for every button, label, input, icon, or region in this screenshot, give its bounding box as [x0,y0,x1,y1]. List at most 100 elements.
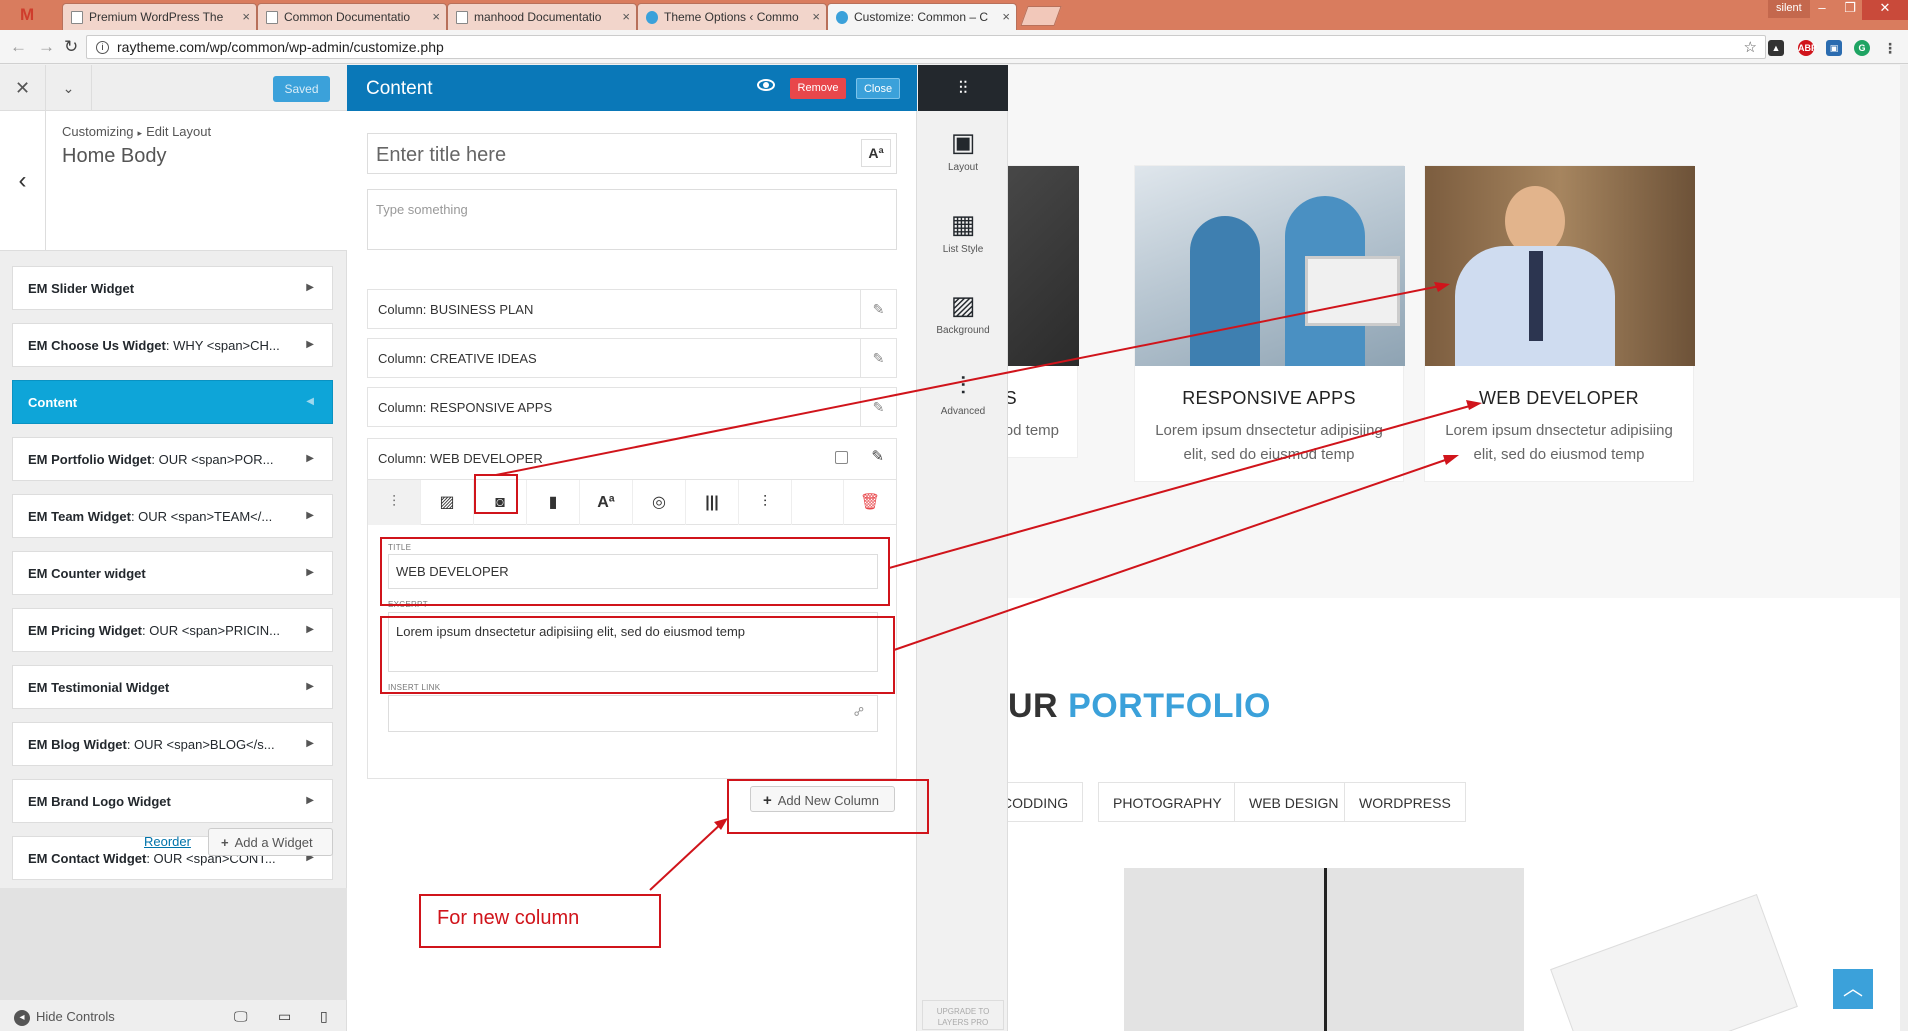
menu-icon[interactable]: ⋮ [1882,40,1898,56]
extension-icon[interactable]: ▲ [1768,40,1784,56]
reload-icon[interactable]: ↻ [64,37,78,57]
expand-arrow-icon[interactable]: ▶ [306,738,314,749]
widget-item[interactable]: EM Counter widget ▶ [12,551,333,595]
column-excerpt-textarea[interactable]: Lorem ipsum dnsectetur adipisiing elit, … [388,612,878,672]
column-title-input[interactable]: WEB DEVELOPER [388,554,878,589]
filter-button[interactable]: PHOTOGRAPHY [1098,782,1237,822]
bookmark-star-icon[interactable]: ☆ [1744,38,1757,56]
settings-sliders-icon[interactable]: ⫶⫶ [918,65,1008,111]
url-input[interactable]: i raytheme.com/wp/common/wp-admin/custom… [86,35,1766,59]
tablet-preview-icon[interactable]: ▭ [278,1008,291,1025]
saved-button[interactable]: Saved [273,76,330,102]
browser-tab[interactable]: Common Documentatio × [257,3,447,30]
expand-arrow-icon[interactable]: ▶ [306,453,314,464]
browser-tab[interactable]: manhood Documentatio × [447,3,637,30]
hide-controls-button[interactable]: ◂ Hide Controls [14,1009,115,1026]
layout-settings-icon[interactable]: ⫶ [368,480,421,525]
font-icon[interactable]: Aª [580,480,633,525]
add-widget-button[interactable]: + Add a Widget [208,828,333,856]
info-icon[interactable]: i [96,41,109,54]
close-tab-icon[interactable]: × [1002,9,1010,24]
widget-item[interactable]: EM Brand Logo Widget ▶ [12,779,333,823]
reorder-link[interactable]: Reorder [144,834,191,849]
duplicate-icon[interactable] [835,451,848,464]
page-title: Home Body [62,145,167,167]
filter-button[interactable]: CODDING [1008,782,1084,822]
sidebar-empty-area [0,888,347,1000]
close-tab-icon[interactable]: × [242,9,250,24]
widget-item[interactable]: EM Slider Widget ▶ [12,266,333,310]
window-close-icon[interactable]: ✕ [1862,0,1908,20]
browser-tab-active[interactable]: Customize: Common – C × [827,3,1017,30]
rail-item-layout[interactable]: ▣ Layout [918,126,1008,173]
browser-tab[interactable]: Premium WordPress The × [62,3,257,30]
advanced-settings-icon[interactable]: ⫶ [739,480,792,525]
eye-icon[interactable] [757,79,775,91]
maximize-icon[interactable]: ❐ [1836,0,1864,20]
expand-arrow-icon[interactable]: ▶ [306,795,314,806]
grammarly-icon[interactable]: G [1854,40,1870,56]
browser-tab[interactable]: Theme Options ‹ Commo × [637,3,827,30]
widget-item[interactable]: EM Blog Widget: OUR <span>BLOG</s... ▶ [12,722,333,766]
rail-item-advanced[interactable]: ⫶ Advanced [918,370,1008,417]
column-link-input[interactable]: ⚯ [388,695,878,732]
close-tab-icon[interactable]: × [432,9,440,24]
back-to-top-icon[interactable]: ︿ [1833,969,1873,1009]
search-icon[interactable]: ◎ [633,480,686,525]
widget-item-active[interactable]: Content ◀ [12,380,333,424]
extension-icon[interactable]: ▣ [1826,40,1842,56]
upgrade-pro-button[interactable]: UPGRADE TO LAYERS PRO [922,1000,1004,1030]
columns-icon[interactable]: ||| [686,480,739,525]
profile-badge[interactable]: silent [1768,0,1810,18]
brush-icon[interactable]: ▮ [527,480,580,525]
adblock-icon[interactable]: ABP [1798,40,1817,56]
close-icon[interactable]: ✕ [0,65,46,111]
image-icon[interactable]: ▨ [421,480,474,525]
card-photo [1135,166,1405,366]
gmail-icon[interactable]: M [20,5,34,25]
back-chevron-icon[interactable]: ‹ [0,111,46,251]
desktop-preview-icon[interactable]: 🖵 [234,1008,248,1025]
remove-button[interactable]: Remove [790,78,846,99]
collapse-arrow-icon[interactable]: ◀ [306,396,314,407]
forward-icon[interactable]: → [38,37,55,57]
edit-pencil-icon[interactable]: ✎ [860,388,896,426]
scrollbar[interactable] [1900,65,1908,1031]
widget-item[interactable]: EM Team Widget: OUR <span>TEAM</... ▶ [12,494,333,538]
column-row[interactable]: Column: RESPONSIVE APPS ✎ [367,387,897,427]
widget-item[interactable]: EM Choose Us Widget: WHY <span>CH... ▶ [12,323,333,367]
widget-title-input[interactable]: Enter title here Aª [367,133,897,174]
new-tab-button[interactable] [1020,6,1062,26]
widget-body-textarea[interactable]: Type something [367,189,897,250]
camera-icon[interactable]: ◙ [474,480,527,525]
minimize-icon[interactable]: – [1808,0,1836,20]
column-row[interactable]: Column: BUSINESS PLAN ✎ [367,289,897,329]
back-icon[interactable]: ← [10,37,27,57]
rail-item-background[interactable]: ▨ Background [918,289,1008,336]
widget-item[interactable]: EM Testimonial Widget ▶ [12,665,333,709]
widget-item[interactable]: EM Portfolio Widget: OUR <span>POR... ▶ [12,437,333,481]
trash-icon[interactable]: 🗑 [843,480,896,525]
close-tab-icon[interactable]: × [622,9,630,24]
expand-arrow-icon[interactable]: ▶ [306,282,314,293]
collapse-icon[interactable]: ⌄ [46,65,92,111]
expand-arrow-icon[interactable]: ▶ [306,681,314,692]
expand-arrow-icon[interactable]: ▶ [306,510,314,521]
close-tab-icon[interactable]: × [812,9,820,24]
expand-arrow-icon[interactable]: ▶ [306,624,314,635]
widget-item[interactable]: EM Pricing Widget: OUR <span>PRICIN... ▶ [12,608,333,652]
column-row[interactable]: Column: CREATIVE IDEAS ✎ [367,338,897,378]
filter-button[interactable]: WEB DESIGN [1234,782,1354,822]
add-new-column-button[interactable]: + Add New Column [750,786,895,812]
close-button[interactable]: Close [856,78,900,99]
edit-pencil-icon[interactable]: ✎ [871,447,884,465]
content-panel: Content Remove Close Enter title here Aª… [347,65,917,1031]
font-settings-icon[interactable]: Aª [861,139,891,167]
expand-arrow-icon[interactable]: ▶ [306,567,314,578]
edit-pencil-icon[interactable]: ✎ [860,290,896,328]
edit-pencil-icon[interactable]: ✎ [860,339,896,377]
filter-button[interactable]: WORDPRESS [1344,782,1466,822]
mobile-preview-icon[interactable]: ▯ [320,1008,328,1025]
expand-arrow-icon[interactable]: ▶ [306,339,314,350]
rail-item-list-style[interactable]: ▦ List Style [918,208,1008,255]
